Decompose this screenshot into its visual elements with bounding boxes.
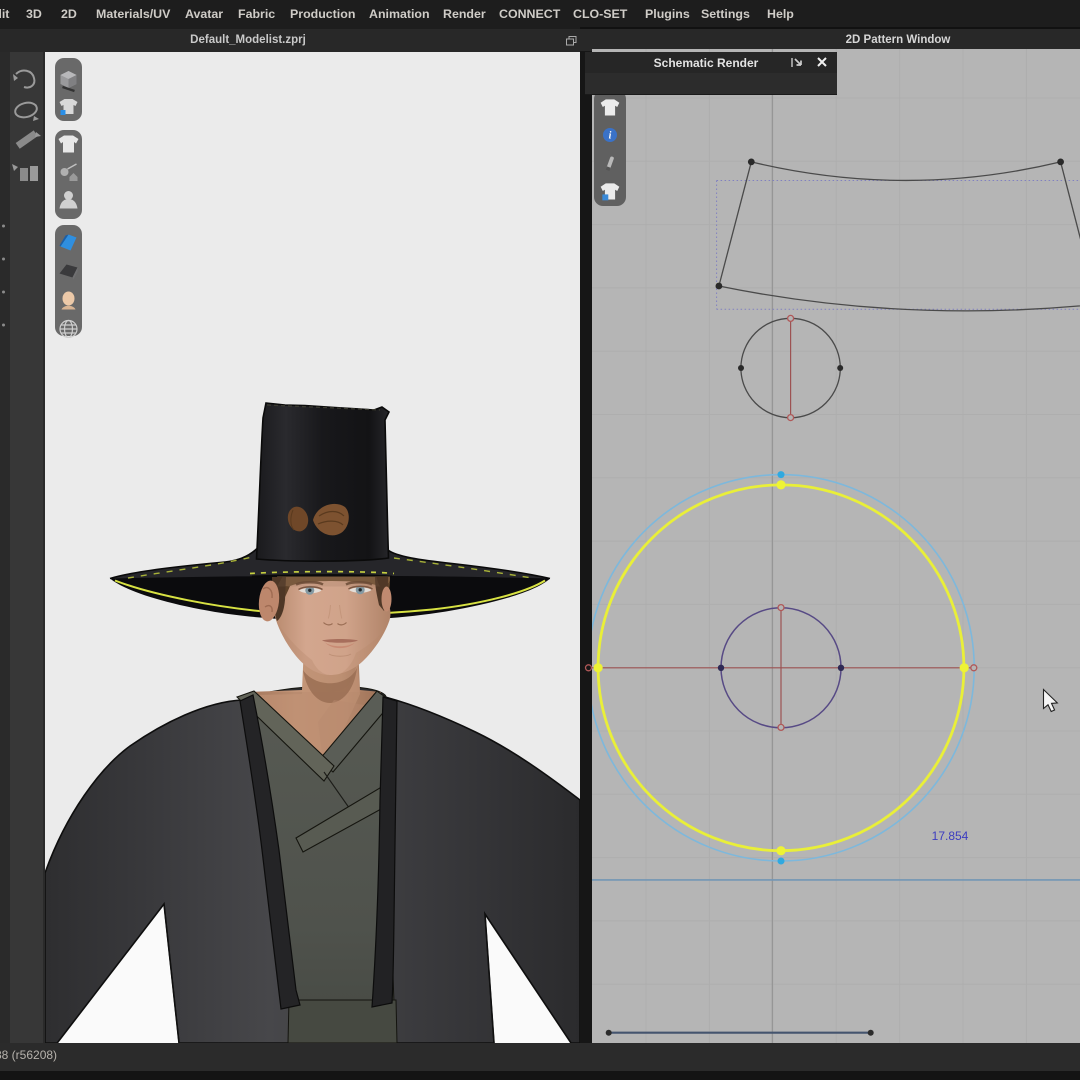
- svg-text:17.854: 17.854: [932, 829, 969, 843]
- svg-text:i: i: [609, 131, 612, 142]
